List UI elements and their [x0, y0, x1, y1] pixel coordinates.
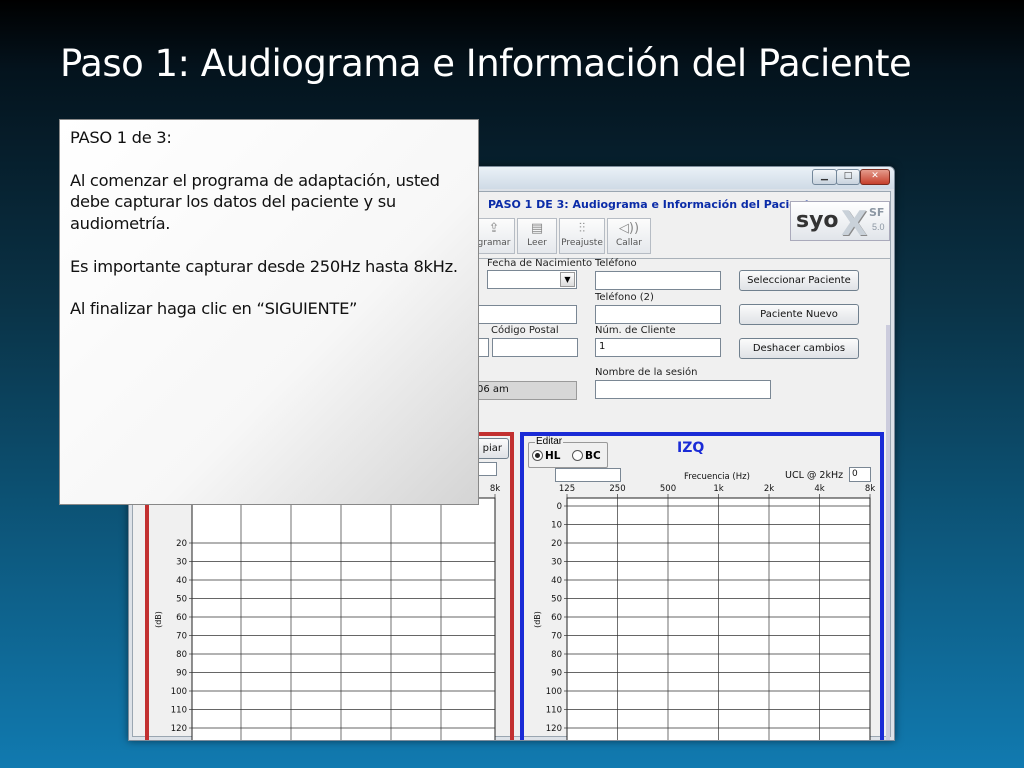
codigo-postal-field[interactable] [492, 338, 578, 357]
y-tick-label: 80 [176, 650, 187, 660]
slide-title: Paso 1: Audiograma e Información del Pac… [60, 42, 912, 85]
x-tick-label: 2k [764, 484, 774, 494]
logo-edition: SF [869, 206, 885, 219]
y-tick-label: 120 [171, 724, 187, 734]
toolbar-button-callar[interactable]: ◁)) Callar [607, 218, 651, 254]
nombre-sesion-label: Nombre de la sesión [595, 367, 698, 378]
y-tick-label: 30 [176, 558, 187, 568]
y-tick-label: 0 [557, 502, 562, 512]
minimize-button[interactable]: ▁ [812, 169, 837, 185]
y-tick-label: 10 [551, 521, 562, 531]
paciente-nuevo-button[interactable]: Paciente Nuevo [739, 304, 859, 325]
audiogram-izq-chart[interactable]: 125 250 500 1k 2k 4k 8k 0 10 20 30 40 50 60 70 80 90 100 1… [524, 436, 880, 741]
document-up-icon: ⇪ [488, 221, 500, 236]
plot-area [191, 497, 496, 740]
callout-para-1: Al comenzar el programa de adaptación, u… [70, 170, 440, 234]
deshacer-cambios-button[interactable]: Deshacer cambios [739, 338, 859, 359]
toolbar-label: Leer [527, 238, 547, 248]
close-button[interactable]: ✕ [860, 169, 890, 185]
callout-para-3: Al finalizar haga clic en “SIGUIENTE” [70, 299, 358, 319]
y-tick-label: 110 [546, 706, 562, 716]
telefono-field[interactable] [595, 271, 721, 290]
seleccionar-paciente-button[interactable]: Seleccionar Paciente [739, 270, 859, 291]
nombre-sesion-field[interactable] [595, 380, 771, 399]
y-tick-label: 70 [176, 632, 187, 642]
num-cliente-label: Núm. de Cliente [595, 325, 676, 336]
y-tick-label: 100 [171, 687, 187, 697]
audiogram-right-panel: Editar HL BC IZQ Frecuencia (Hz) UCL @ 2… [520, 432, 884, 741]
x-tick-label: 8k [865, 484, 875, 494]
x-tick-label: 500 [660, 484, 676, 494]
y-tick-label: 20 [176, 539, 187, 549]
scrollbar[interactable] [886, 325, 890, 740]
telefono2-field[interactable] [595, 305, 721, 324]
telefono-label: Teléfono [595, 258, 637, 269]
fecha-nacimiento-label: Fecha de Nacimiento [487, 258, 593, 269]
logo-mark: X [841, 204, 868, 244]
x-tick-label: 250 [609, 484, 625, 494]
y-axis-label: (dB) [154, 611, 163, 628]
y-tick-label: 90 [551, 669, 562, 679]
y-tick-label: 110 [171, 706, 187, 716]
logo-brand: syo [796, 208, 839, 233]
callout-para-2: Es importante capturar desde 250Hz hasta… [70, 256, 458, 276]
y-tick-label: 60 [176, 613, 187, 623]
chevron-down-icon[interactable]: ▼ [560, 272, 575, 287]
y-tick-label: 100 [546, 687, 562, 697]
y-tick-label: 50 [551, 595, 562, 605]
session-time-field: 06 am [473, 381, 577, 400]
toolbar-button-leer[interactable]: ▤ Leer [517, 218, 557, 254]
toolbar-label: gramar [477, 238, 511, 248]
x-tick-label: 8k [490, 484, 500, 494]
step-title: PASO 1 DE 3: Audiograma e Información de… [488, 198, 818, 211]
y-tick-label: 50 [176, 595, 187, 605]
fecha-nacimiento-field[interactable]: ▼ [487, 270, 577, 289]
partial-field-row2[interactable] [473, 305, 577, 324]
telefono2-label: Teléfono (2) [595, 292, 654, 303]
toolbar-label: Callar [615, 238, 642, 248]
instruction-callout: PASO 1 de 3: Al comenzar el programa de … [59, 119, 479, 505]
y-tick-label: 70 [551, 632, 562, 642]
y-tick-label: 90 [176, 669, 187, 679]
document-read-icon: ▤ [530, 221, 544, 236]
y-tick-label: 40 [551, 576, 562, 586]
y-axis-label: (dB) [533, 611, 542, 628]
x-tick-label: 125 [559, 484, 575, 494]
toolbar-label: Preajuste [561, 238, 603, 248]
logo-version: 5.0 [872, 222, 885, 232]
y-tick-label: 30 [551, 558, 562, 568]
callout-step: PASO 1 de 3: [70, 128, 172, 147]
num-cliente-field[interactable]: 1 [595, 338, 721, 357]
x-tick-label: 1k [713, 484, 723, 494]
toolbar-button-programar[interactable]: ⇪ gramar [473, 218, 515, 254]
sliders-icon: ⫶⫶ [578, 221, 586, 236]
toolbar-button-preajuste[interactable]: ⫶⫶ Preajuste [559, 218, 605, 254]
y-tick-label: 120 [546, 724, 562, 734]
codigo-postal-label: Código Postal [491, 325, 559, 336]
speaker-icon: ◁)) [618, 221, 640, 236]
y-tick-label: 40 [176, 576, 187, 586]
x-tick-label: 4k [814, 484, 824, 494]
syox-logo: syo X SF 5.0 [790, 201, 890, 244]
y-tick-label: 20 [551, 539, 562, 549]
maximize-button[interactable]: □ [836, 169, 860, 185]
y-tick-label: 80 [551, 650, 562, 660]
y-tick-label: 60 [551, 613, 562, 623]
